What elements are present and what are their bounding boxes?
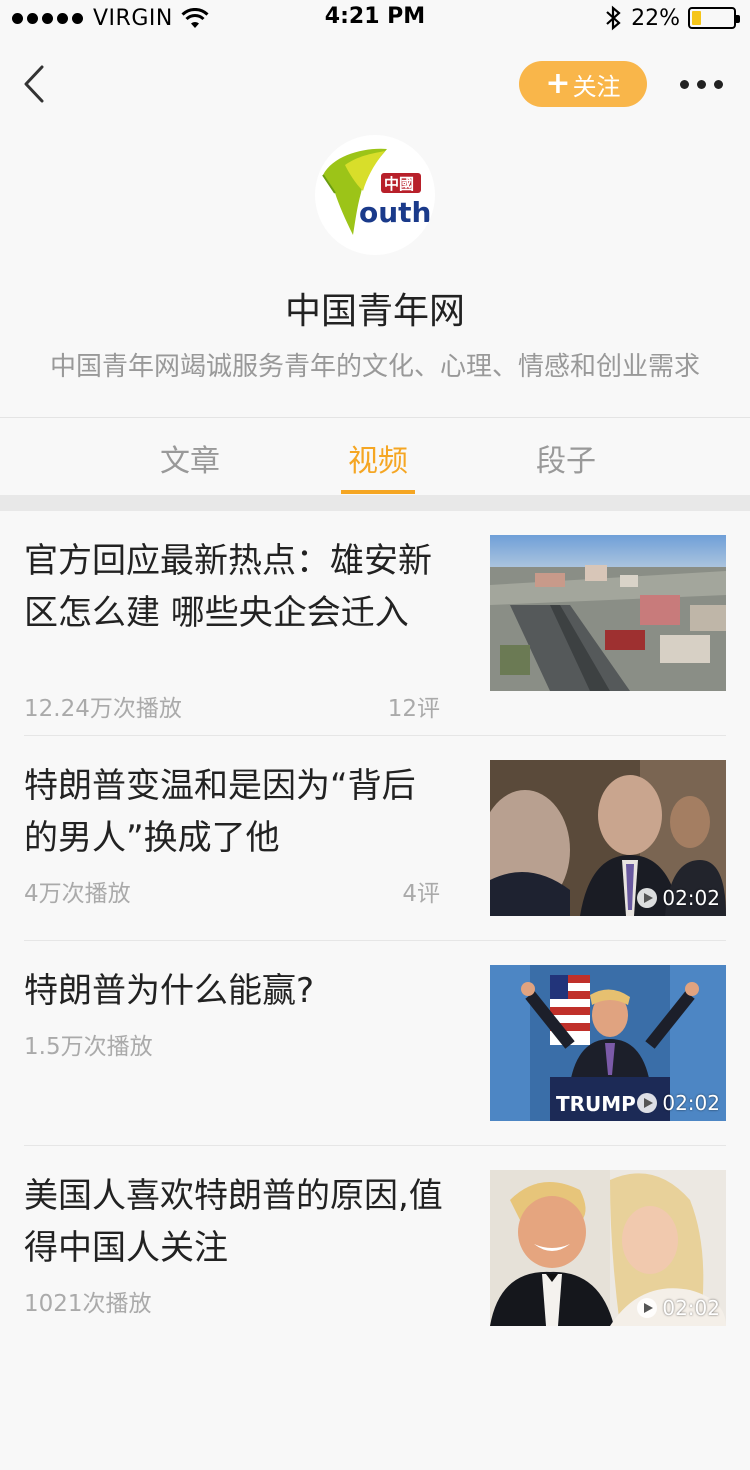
more-icon xyxy=(680,79,689,89)
list-item[interactable]: 特朗普为什么能赢? 1.5万次播放 TRUMP 02:02 xyxy=(24,965,726,1125)
video-thumbnail[interactable]: 02:02 xyxy=(490,760,726,916)
chevron-left-icon xyxy=(24,65,44,103)
duration-label: 02:02 xyxy=(662,1296,720,1320)
video-thumbnail[interactable]: TRUMP 02:02 xyxy=(490,965,726,1121)
tab-videos[interactable]: 视频 xyxy=(318,436,438,480)
follow-label: 关注 xyxy=(572,72,621,101)
status-right: 22% xyxy=(605,5,740,31)
play-count: 4万次播放 xyxy=(24,881,131,907)
divider xyxy=(24,1145,726,1146)
thumbnail-image xyxy=(490,535,726,691)
svg-text:中國: 中國 xyxy=(384,175,414,193)
bluetooth-icon xyxy=(606,5,621,31)
video-thumbnail[interactable] xyxy=(490,535,726,691)
profile-name: 中国青年网 xyxy=(284,291,465,332)
video-duration: 02:02 xyxy=(636,886,720,910)
play-icon xyxy=(637,1298,658,1318)
video-title[interactable]: 官方回应最新热点：雄安新区怎么建 哪些央企会迁入 xyxy=(24,535,444,639)
video-title[interactable]: 特朗普为什么能赢? xyxy=(24,965,444,1017)
video-title[interactable]: 美国人喜欢特朗普的原因,值得中国人关注 xyxy=(24,1170,444,1274)
back-button[interactable] xyxy=(20,62,60,106)
play-icon xyxy=(637,888,658,908)
comment-count: 4评 xyxy=(402,881,440,907)
play-icon xyxy=(637,1093,658,1113)
list-item[interactable]: 特朗普变温和是因为“背后的男人”换成了他 4万次播放 4评 02:02 xyxy=(24,760,726,920)
list-item[interactable]: 官方回应最新热点：雄安新区怎么建 哪些央企会迁入 12.24万次播放 12评 xyxy=(24,535,726,722)
section-separator xyxy=(0,495,750,511)
battery-icon xyxy=(688,7,740,29)
plus-icon: + xyxy=(545,66,571,101)
divider xyxy=(24,940,726,941)
svg-text:TRUMP: TRUMP xyxy=(556,1092,636,1116)
battery-percent: 22% xyxy=(631,5,680,31)
divider xyxy=(24,735,726,736)
video-title[interactable]: 特朗普变温和是因为“背后的男人”换成了他 xyxy=(24,760,444,864)
follow-button[interactable]: + 关注 xyxy=(519,61,647,107)
play-count: 1.5万次播放 xyxy=(24,1034,153,1060)
battery-level xyxy=(692,11,701,25)
duration-label: 02:02 xyxy=(662,1091,720,1115)
profile-description: 中国青年网竭诚服务青年的文化、心理、情感和创业需求 xyxy=(49,352,700,382)
more-options-button[interactable] xyxy=(680,74,730,94)
video-duration: 02:02 xyxy=(636,1296,720,1320)
active-tab-indicator xyxy=(341,490,415,494)
svg-text:outh: outh xyxy=(359,196,432,229)
play-count: 1021次播放 xyxy=(24,1291,152,1317)
video-thumbnail[interactable]: 02:02 xyxy=(490,1170,726,1326)
tab-bar: 文章 视频 段子 xyxy=(0,418,750,496)
youth-logo: 中國 outh xyxy=(322,148,432,235)
play-count: 12.24万次播放 xyxy=(24,696,182,722)
status-bar: VIRGIN 4:21 PM 22% xyxy=(0,0,750,40)
duration-label: 02:02 xyxy=(662,886,720,910)
list-item[interactable]: 美国人喜欢特朗普的原因,值得中国人关注 1021次播放 02:02 xyxy=(24,1170,726,1330)
avatar: 中國 outh xyxy=(315,135,435,255)
comment-count: 12评 xyxy=(387,696,440,722)
video-duration: 02:02 xyxy=(636,1091,720,1115)
tab-articles[interactable]: 文章 xyxy=(130,436,250,480)
tab-jokes[interactable]: 段子 xyxy=(506,436,626,480)
